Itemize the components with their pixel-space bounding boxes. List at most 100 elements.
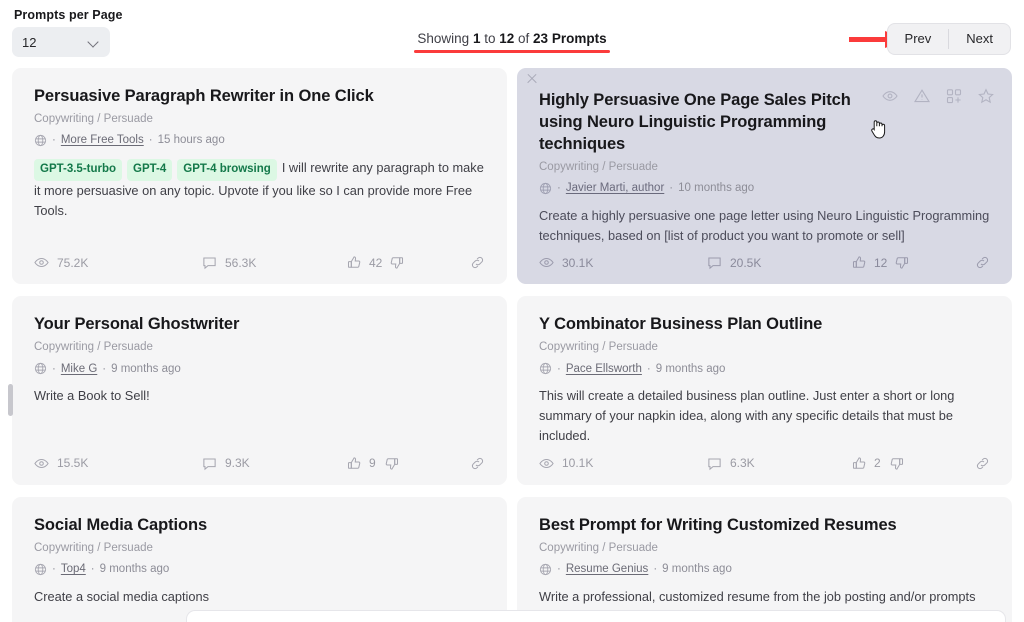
prompt-title[interactable]: Y Combinator Business Plan Outline (539, 314, 990, 336)
meta-separator: · (52, 563, 56, 576)
prompts-per-page-value: 12 (22, 34, 37, 50)
prompt-time: 9 months ago (655, 362, 726, 375)
prompt-author[interactable]: Javier Marti, author (566, 182, 664, 194)
prompt-author[interactable]: Pace Ellsworth (566, 363, 642, 375)
prompt-meta: · Pace Ellsworth · 9 months ago (539, 362, 990, 375)
prompt-description-text: Create a highly persuasive one page lett… (539, 207, 990, 243)
prompt-time: 9 months ago (99, 563, 170, 576)
comments-count: 20.5K (730, 255, 762, 270)
prompt-author[interactable]: Top4 (61, 563, 86, 575)
vertical-scrollbar-thumb[interactable] (8, 384, 13, 416)
copy-link-icon[interactable] (470, 456, 485, 471)
views-stat[interactable]: 10.1K (539, 456, 707, 471)
globe-icon (34, 563, 47, 575)
prompt-title[interactable]: Best Prompt for Writing Customized Resum… (539, 515, 990, 537)
prompt-author[interactable]: Resume Genius (566, 563, 648, 575)
toolbar: Prompts per Page 12 Showing 1 to 12 of 2… (0, 0, 1024, 66)
red-underline-annotation (414, 50, 610, 53)
prompt-meta: · Top4 · 9 months ago (34, 563, 485, 576)
views-count: 30.1K (562, 255, 594, 270)
star-icon[interactable] (978, 88, 994, 104)
warning-triangle-icon[interactable] (914, 88, 930, 104)
showing-of: of (514, 31, 534, 46)
prompt-description: GPT-3.5-turbo GPT-4 GPT-4 browsing I will r… (34, 158, 485, 246)
eye-icon (539, 458, 554, 468)
meta-separator-2: · (653, 563, 658, 576)
prompt-card[interactable]: Persuasive Paragraph Rewriter in One Cli… (12, 68, 507, 285)
prompt-card-selected[interactable]: Highly Persuasive One Page Sales Pitch u… (517, 68, 1012, 285)
prompt-author[interactable]: Mike G (61, 363, 97, 375)
thumbs-up-icon[interactable] (852, 456, 867, 471)
prompt-card[interactable]: Social Media Captions Copywriting / Pers… (12, 496, 507, 622)
pagination-controls: Prev Next (887, 24, 1010, 54)
comments-stat[interactable]: 6.3K (707, 456, 852, 471)
thumbs-down-icon[interactable] (889, 456, 904, 471)
showing-suffix: Prompts (548, 31, 607, 46)
prompt-title[interactable]: Social Media Captions (34, 515, 485, 537)
prompt-card[interactable]: Y Combinator Business Plan Outline Copyw… (517, 296, 1012, 485)
next-button[interactable]: Next (949, 24, 1010, 54)
thumbs-down-icon[interactable] (389, 255, 404, 270)
prompt-category: Copywriting / Persuade (34, 341, 153, 354)
views-stat[interactable]: 15.5K (34, 456, 202, 471)
copy-link-icon[interactable] (975, 456, 990, 471)
thumbs-up-icon[interactable] (347, 255, 362, 270)
meta-separator-2: · (102, 362, 107, 375)
copy-link-icon[interactable] (975, 255, 990, 270)
comment-icon (708, 257, 721, 270)
thumbs-up-icon[interactable] (852, 255, 867, 270)
showing-to: 12 (499, 31, 515, 46)
thumbs-up-icon[interactable] (347, 456, 362, 471)
views-count: 75.2K (57, 255, 89, 270)
globe-icon (539, 182, 552, 194)
prompt-author[interactable]: More Free Tools (61, 134, 144, 146)
vote-controls: 12 (852, 255, 975, 270)
thumbs-down-icon[interactable] (384, 456, 399, 471)
meta-separator: · (52, 362, 56, 375)
prompt-meta: · Resume Genius · 9 months ago (539, 563, 990, 576)
comments-stat[interactable]: 9.3K (202, 456, 347, 471)
globe-icon (539, 363, 552, 375)
eye-icon (539, 258, 554, 268)
eye-icon (34, 458, 49, 468)
upvote-count: 9 (369, 456, 376, 471)
meta-separator-2: · (669, 182, 674, 195)
views-stat[interactable]: 30.1K (539, 255, 707, 270)
bottom-panel-peek (186, 610, 1006, 622)
copy-link-icon[interactable] (470, 255, 485, 270)
prompt-title[interactable]: Persuasive Paragraph Rewriter in One Cli… (34, 86, 485, 108)
prompts-per-page-select[interactable]: 12 (12, 27, 110, 57)
showing-prefix: Showing (417, 31, 473, 46)
vote-controls: 9 (347, 456, 470, 471)
comments-stat[interactable]: 20.5K (707, 255, 852, 270)
add-to-collection-icon[interactable] (946, 88, 962, 104)
prompt-time: 15 hours ago (157, 134, 225, 147)
eye-icon[interactable] (882, 88, 898, 104)
views-stat[interactable]: 75.2K (34, 255, 202, 270)
prompts-per-page-control: Prompts per Page 12 (12, 8, 123, 57)
prompt-stats: 30.1K 20.5K 12 (539, 255, 990, 270)
prompt-description: Write a Book to Sell! (34, 386, 485, 445)
globe-icon (34, 363, 47, 375)
prompt-time: 10 months ago (678, 182, 755, 195)
close-icon[interactable] (525, 72, 539, 86)
prompt-description-text: This will create a detailed business pla… (539, 388, 955, 444)
eye-icon (34, 258, 49, 268)
prompt-card[interactable]: Best Prompt for Writing Customized Resum… (517, 496, 1012, 622)
prompt-description-text: Create a social media captions (34, 588, 209, 604)
prompt-title[interactable]: Your Personal Ghostwriter (34, 314, 485, 336)
showing-total: 23 (533, 31, 549, 46)
comment-icon (203, 257, 216, 270)
views-count: 15.5K (57, 456, 89, 471)
prompt-stats: 15.5K 9.3K 9 (34, 456, 485, 471)
upvote-count: 42 (369, 255, 383, 270)
comments-count: 56.3K (225, 255, 257, 270)
prompt-category: Copywriting / Persuade (539, 160, 658, 173)
meta-separator-2: · (646, 362, 651, 375)
model-tag: GPT-4 (127, 158, 173, 181)
prompt-card[interactable]: Your Personal Ghostwriter Copywriting / … (12, 296, 507, 485)
thumbs-down-icon[interactable] (894, 255, 909, 270)
comments-stat[interactable]: 56.3K (202, 255, 347, 270)
prev-button[interactable]: Prev (888, 24, 949, 54)
prompt-time: 9 months ago (111, 362, 181, 375)
